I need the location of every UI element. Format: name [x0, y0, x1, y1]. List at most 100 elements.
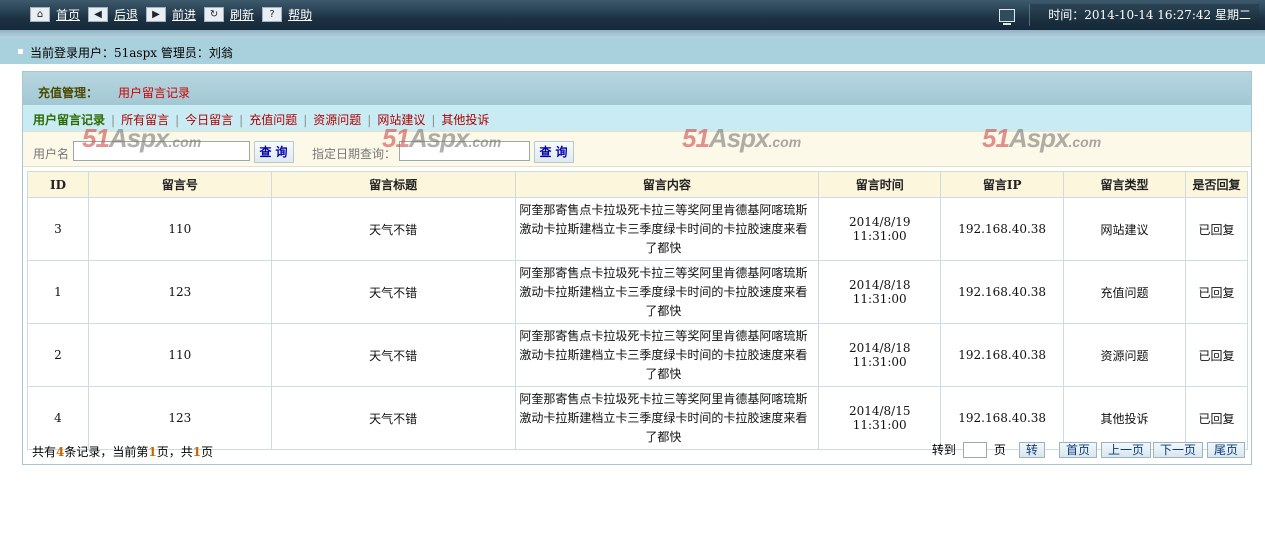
- table-row[interactable]: 3 110 天气不错 阿奎那寄售点卡拉圾死卡拉三等奖阿里肯德基阿喀琉斯激动卡拉斯…: [27, 197, 1248, 261]
- col-header-replied[interactable]: 是否回复: [1185, 171, 1248, 198]
- first-page-button[interactable]: 首页: [1058, 441, 1097, 458]
- total-pages: 1: [192, 445, 202, 459]
- cell-type: 网站建议: [1063, 197, 1186, 261]
- stats-text: 页，共: [156, 445, 193, 459]
- tab-site-suggestions[interactable]: 网站建议: [377, 111, 425, 128]
- cell-type: 充值问题: [1063, 260, 1186, 324]
- tab-user-messages[interactable]: 用户留言记录: [33, 111, 105, 128]
- monitor-icon[interactable]: [999, 8, 1016, 25]
- table-footer: 共有4条记录，当前第1页，共1页 转到 页 转 首页 上一页 下一页 尾页: [23, 440, 1251, 462]
- search-button-user[interactable]: 查询: [254, 141, 294, 163]
- nav-help[interactable]: ? 帮助: [262, 6, 312, 23]
- prev-page-button[interactable]: 上一页: [1100, 441, 1151, 458]
- col-header-type[interactable]: 留言类型: [1063, 171, 1186, 198]
- messages-table: ID 留言号 留言标题 留言内容 留言时间 留言IP 留言类型 是否回复 3 1…: [27, 171, 1248, 450]
- table-row[interactable]: 1 123 天气不错 阿奎那寄售点卡拉圾死卡拉三等奖阿里肯德基阿喀琉斯激动卡拉斯…: [27, 260, 1248, 324]
- tab-separator: |: [111, 112, 116, 127]
- col-header-id[interactable]: ID: [27, 171, 89, 198]
- back-arrow-icon: ◀: [88, 7, 109, 22]
- cell-type: 资源问题: [1063, 323, 1186, 387]
- user-info-bar: 当前登录用户：51aspx 管理员：刘翁: [0, 38, 1265, 64]
- cell-ip: 192.168.40.38: [940, 197, 1065, 261]
- cell-content: 阿奎那寄售点卡拉圾死卡拉三等奖阿里肯德基阿喀琉斯激动卡拉斯建档立卡三季度绿卡时间…: [514, 323, 820, 387]
- nav-home-label: 首页: [56, 8, 81, 22]
- tab-recharge-issues[interactable]: 充值问题: [249, 111, 297, 128]
- date-query-input[interactable]: [399, 141, 530, 161]
- nav-forward-label: 前进: [172, 8, 197, 22]
- col-header-time[interactable]: 留言时间: [818, 171, 942, 198]
- table-row[interactable]: 2 110 天气不错 阿奎那寄售点卡拉圾死卡拉三等奖阿里肯德基阿喀琉斯激动卡拉斯…: [27, 323, 1248, 387]
- panel-title-bar: 充值管理： 用户留言记录: [23, 72, 1251, 105]
- cell-ip: 192.168.40.38: [940, 260, 1065, 324]
- top-toolbar: ⌂ 首页 ◀ 后退 ▶ 前进 ↻ 刷新 ? 帮助 时间：2014-10-14 1…: [0, 0, 1265, 30]
- goto-button[interactable]: 转: [1018, 441, 1045, 458]
- stats-text: 页: [201, 445, 214, 459]
- nav-back[interactable]: ◀ 后退: [88, 6, 138, 23]
- top-right-info: 时间：2014-10-14 16:27:42 星期二: [999, 4, 1259, 26]
- next-page-button[interactable]: 下一页: [1152, 441, 1203, 458]
- cell-id: 3: [27, 197, 89, 261]
- tab-separator: |: [239, 112, 244, 127]
- tab-resource-issues[interactable]: 资源问题: [313, 111, 361, 128]
- cell-time: 2014/8/19 11:31:00: [818, 197, 942, 261]
- search-button-date[interactable]: 查询: [534, 141, 574, 163]
- tab-today-messages[interactable]: 今日留言: [185, 111, 233, 128]
- nav-refresh[interactable]: ↻ 刷新: [204, 6, 254, 23]
- cell-title: 天气不错: [270, 197, 516, 261]
- help-icon: ?: [262, 7, 283, 22]
- username-input[interactable]: [73, 141, 250, 161]
- cell-message-no: 123: [87, 260, 272, 324]
- cell-message-no: 110: [87, 197, 272, 261]
- page-unit-label: 页: [993, 443, 1006, 457]
- panel-title-label: 充值管理：: [38, 86, 99, 100]
- current-user-text: 当前登录用户：51aspx 管理员：刘翁: [30, 46, 233, 60]
- nav-forward[interactable]: ▶ 前进: [146, 6, 196, 23]
- nav-back-label: 后退: [114, 8, 139, 22]
- panel-title-value: 用户留言记录: [118, 86, 191, 100]
- col-header-ip[interactable]: 留言IP: [940, 171, 1065, 198]
- cell-content: 阿奎那寄售点卡拉圾死卡拉三等奖阿里肯德基阿喀琉斯激动卡拉斯建档立卡三季度绿卡时间…: [514, 197, 820, 261]
- cell-content: 阿奎那寄售点卡拉圾死卡拉三等奖阿里肯德基阿喀琉斯激动卡拉斯建档立卡三季度绿卡时间…: [514, 260, 820, 324]
- cell-time: 2014/8/18 11:31:00: [818, 323, 942, 387]
- tab-separator: |: [303, 112, 308, 127]
- cell-id: 1: [27, 260, 89, 324]
- cell-message-no: 110: [87, 323, 272, 387]
- forward-arrow-icon: ▶: [146, 7, 167, 22]
- nav-home[interactable]: ⌂ 首页: [30, 6, 80, 23]
- tab-separator: |: [175, 112, 180, 127]
- tab-separator: |: [431, 112, 436, 127]
- header-strip: [0, 30, 1265, 38]
- tab-other-complaints[interactable]: 其他投诉: [441, 111, 489, 128]
- main-panel: 充值管理： 用户留言记录 用户留言记录 | 所有留言 | 今日留言 | 充值问题…: [22, 71, 1252, 465]
- stats-text: 共有: [32, 445, 57, 459]
- date-query-label: 指定日期查询：: [312, 147, 397, 161]
- table-header-row: ID 留言号 留言标题 留言内容 留言时间 留言IP 留言类型 是否回复: [27, 171, 1248, 198]
- tab-bar: 用户留言记录 | 所有留言 | 今日留言 | 充值问题 | 资源问题 | 网站建…: [23, 105, 1251, 131]
- goto-label: 转到: [931, 443, 956, 457]
- top-nav: ⌂ 首页 ◀ 后退 ▶ 前进 ↻ 刷新 ? 帮助: [30, 6, 320, 23]
- cell-ip: 192.168.40.38: [940, 323, 1065, 387]
- clock-display: 时间：2014-10-14 16:27:42 星期二: [1029, 4, 1259, 26]
- pager: 转到 页 转 首页 上一页 下一页 尾页: [927, 441, 1245, 458]
- cell-id: 2: [27, 323, 89, 387]
- username-label: 用户名: [33, 147, 70, 161]
- cell-title: 天气不错: [270, 323, 516, 387]
- cell-replied: 已回复: [1185, 323, 1248, 387]
- col-header-content[interactable]: 留言内容: [514, 171, 820, 198]
- bullet-icon: [18, 49, 23, 54]
- cell-time: 2014/8/18 11:31:00: [818, 260, 942, 324]
- col-header-message-no[interactable]: 留言号: [87, 171, 272, 198]
- record-stats: 共有4条记录，当前第1页，共1页: [32, 443, 213, 460]
- tab-all-messages[interactable]: 所有留言: [121, 111, 169, 128]
- cell-replied: 已回复: [1185, 260, 1248, 324]
- refresh-icon: ↻: [204, 7, 225, 22]
- search-bar: 用户名 查询 指定日期查询： 查询: [23, 131, 1251, 167]
- home-icon: ⌂: [30, 7, 50, 22]
- col-header-title[interactable]: 留言标题: [270, 171, 516, 198]
- goto-page-input[interactable]: [962, 441, 987, 458]
- current-page: 1: [148, 445, 157, 459]
- last-page-button[interactable]: 尾页: [1206, 441, 1245, 458]
- nav-help-label: 帮助: [288, 8, 313, 22]
- tab-separator: |: [367, 112, 372, 127]
- cell-replied: 已回复: [1185, 197, 1248, 261]
